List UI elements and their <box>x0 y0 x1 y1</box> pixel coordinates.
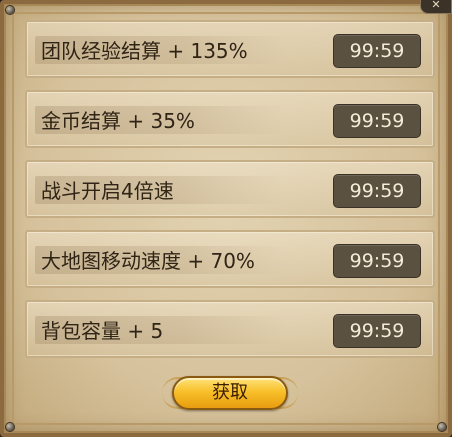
close-icon: ✕ <box>431 0 441 11</box>
buff-timer: 99:59 <box>333 174 421 208</box>
buff-row-battle-speed: 战斗开启4倍速 99:59 <box>25 160 435 218</box>
buff-timer: 99:59 <box>333 244 421 278</box>
buff-row-gold: 金币结算 + 35% 99:59 <box>25 90 435 148</box>
buff-label: 金币结算 + 35% <box>41 109 195 133</box>
buff-timer: 99:59 <box>333 34 421 68</box>
buff-row-map-speed: 大地图移动速度 + 70% 99:59 <box>25 230 435 288</box>
close-button[interactable]: ✕ <box>420 0 452 14</box>
rivet-icon <box>438 423 446 431</box>
buff-timer: 99:59 <box>333 314 421 348</box>
rivet-icon <box>6 423 14 431</box>
rivet-icon <box>6 6 14 14</box>
obtain-button[interactable]: 获取 <box>172 376 288 410</box>
buff-label: 大地图移动速度 + 70% <box>41 249 255 273</box>
buff-panel: ✕ 团队经验结算 + 135% 99:59 金币结算 + 35% 99:59 战… <box>0 0 452 437</box>
buff-timer: 99:59 <box>333 104 421 138</box>
obtain-button-wrapper: 获取 <box>162 373 298 413</box>
buff-label: 团队经验结算 + 135% <box>41 39 248 63</box>
buff-label: 战斗开启4倍速 <box>41 179 174 203</box>
buff-row-bag-capacity: 背包容量 + 5 99:59 <box>25 300 435 358</box>
buff-row-team-exp: 团队经验结算 + 135% 99:59 <box>25 20 435 78</box>
buff-label: 背包容量 + 5 <box>41 319 164 343</box>
